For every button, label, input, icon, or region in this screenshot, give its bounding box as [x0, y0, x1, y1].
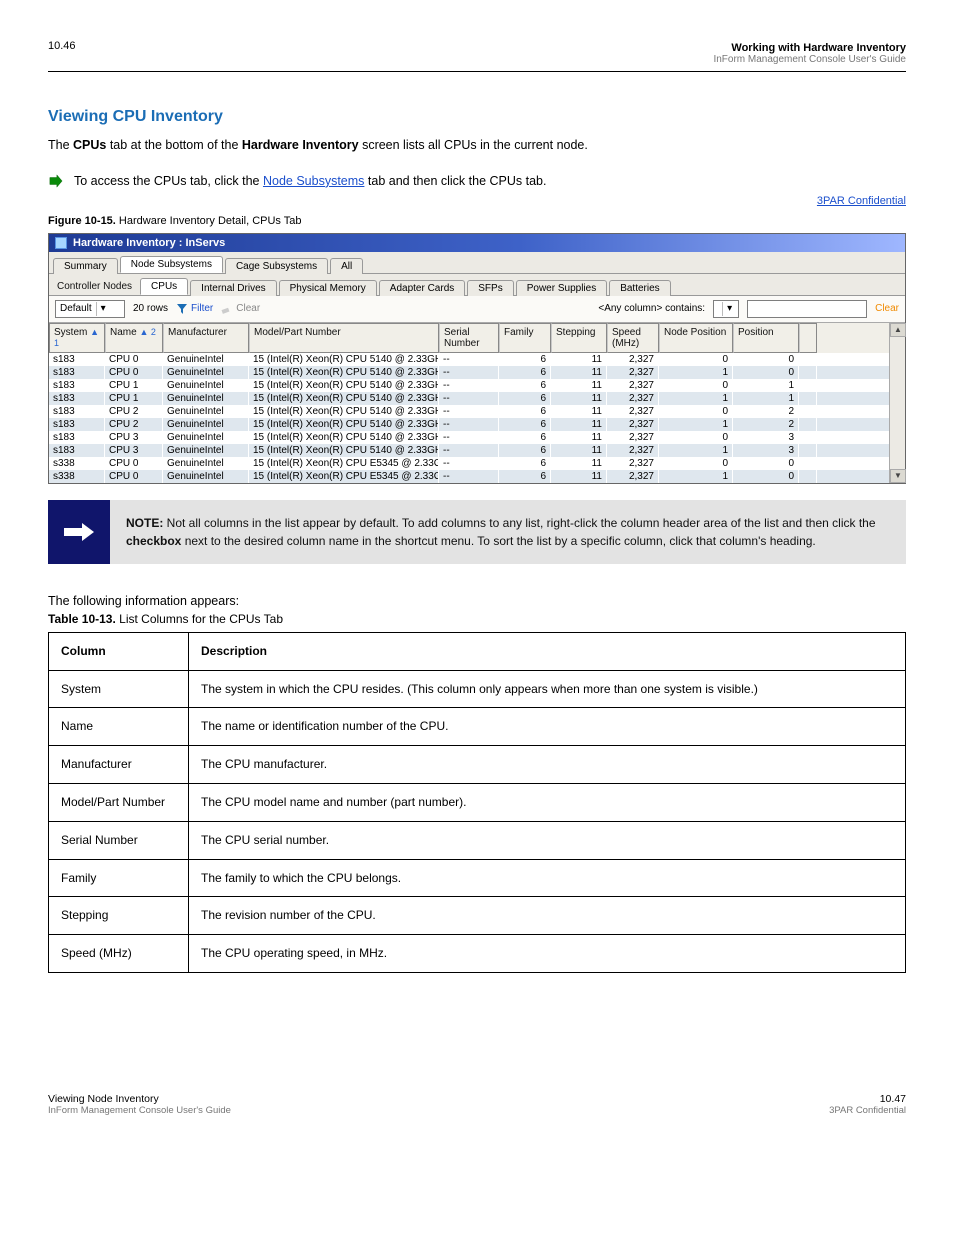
header-rule [48, 71, 906, 72]
row-count: 20 rows [133, 303, 168, 314]
table-row: SteppingThe revision number of the CPU. [49, 897, 906, 935]
table-caption: List Columns for the CPUs Tab [116, 612, 283, 626]
column-header[interactable]: Position [733, 323, 799, 353]
column-header[interactable]: System ▲ 1 [49, 323, 105, 353]
table-row: ManufacturerThe CPU manufacturer. [49, 746, 906, 784]
chevron-down-icon: ▾ [722, 302, 736, 316]
search-column-dropdown[interactable]: ▾ [713, 300, 739, 318]
table-row: Speed (MHz)The CPU operating speed, in M… [49, 935, 906, 973]
column-header[interactable]: Family [499, 323, 551, 353]
table-row[interactable]: s183CPU 1GenuineIntel15 (Intel(R) Xeon(R… [49, 392, 905, 405]
section-title: Viewing CPU Inventory [48, 108, 906, 126]
outer-tabs: SummaryNode SubsystemsCage SubsystemsAll [49, 252, 905, 274]
table-row[interactable]: s183CPU 0GenuineIntel15 (Intel(R) Xeon(R… [49, 353, 905, 366]
column-header[interactable]: Model/Part Number [249, 323, 439, 353]
figure-label: Figure 10-15. [48, 215, 116, 227]
filter-bar: Default ▾ 20 rows Filter Clear <An [49, 296, 905, 323]
column-header[interactable]: Speed (MHz) [607, 323, 659, 353]
scroll-up-button[interactable]: ▲ [890, 323, 906, 337]
table-row[interactable]: s183CPU 2GenuineIntel15 (Intel(R) Xeon(R… [49, 405, 905, 418]
subtab-batteries[interactable]: Batteries [609, 280, 670, 296]
table-row: FamilyThe family to which the CPU belong… [49, 859, 906, 897]
footer-page: 10.47 [829, 1093, 906, 1105]
chevron-down-icon: ▾ [96, 302, 110, 316]
table-row[interactable]: s183CPU 2GenuineIntel15 (Intel(R) Xeon(R… [49, 418, 905, 431]
table-row[interactable]: s183CPU 0GenuineIntel15 (Intel(R) Xeon(R… [49, 366, 905, 379]
step-text-tail: tab and then click the CPUs tab. [368, 174, 547, 188]
intro-paragraph: The CPUs tab at the bottom of the Hardwa… [48, 136, 906, 155]
table-row: Serial NumberThe CPU serial number. [49, 821, 906, 859]
footer-guide: InForm Management Console User's Guide [48, 1105, 231, 1116]
tab-all[interactable]: All [330, 258, 363, 274]
filter-button[interactable]: Filter [176, 303, 213, 315]
column-header[interactable]: Name ▲ 2 [105, 323, 163, 353]
search-label: <Any column> contains: [598, 303, 705, 314]
window-icon [55, 237, 67, 249]
table-row: Model/Part NumberThe CPU model name and … [49, 783, 906, 821]
table-row[interactable]: s338CPU 0GenuineIntel15 (Intel(R) Xeon(R… [49, 457, 905, 470]
inner-tabs: Controller Nodes CPUsInternal DrivesPhys… [49, 274, 905, 296]
table-row: SystemThe system in which the CPU reside… [49, 670, 906, 708]
chapter-title: Working with Hardware Inventory [713, 42, 906, 54]
subtab-physical-memory[interactable]: Physical Memory [279, 280, 377, 296]
column-header[interactable]: Node Position [659, 323, 733, 353]
column-header[interactable]: Manufacturer [163, 323, 249, 353]
clear-search-link[interactable]: Clear [875, 303, 899, 314]
footer-confidential: 3PAR Confidential [829, 1105, 906, 1116]
subtab-cpus[interactable]: CPUs [140, 278, 188, 295]
table-row[interactable]: s338CPU 0GenuineIntel15 (Intel(R) Xeon(R… [49, 470, 905, 483]
column-header[interactable] [799, 323, 817, 353]
window-title: Hardware Inventory : InServs [73, 237, 225, 249]
table-header[interactable]: System ▲ 1Name ▲ 2ManufacturerModel/Part… [49, 323, 905, 353]
scroll-down-button[interactable]: ▼ [890, 469, 906, 483]
subtab-internal-drives[interactable]: Internal Drives [190, 280, 276, 296]
search-input[interactable] [747, 300, 867, 318]
controller-nodes-label: Controller Nodes [53, 278, 140, 295]
confidential-link[interactable]: 3PAR Confidential [817, 195, 906, 207]
step-arrow-icon [48, 173, 64, 189]
figure-caption: Hardware Inventory Detail, CPUs Tab [116, 215, 302, 227]
eraser-icon [221, 303, 233, 315]
table-row[interactable]: s183CPU 3GenuineIntel15 (Intel(R) Xeon(R… [49, 444, 905, 457]
view-dropdown[interactable]: Default ▾ [55, 300, 125, 318]
clear-disabled-button: Clear [221, 303, 260, 315]
def-col-header: Column [49, 632, 189, 670]
tab-node-subsystems[interactable]: Node Subsystems [120, 256, 223, 273]
tab-cage-subsystems[interactable]: Cage Subsystems [225, 258, 328, 274]
table-label: Table 10-13. [48, 612, 116, 626]
subtab-adapter-cards[interactable]: Adapter Cards [379, 280, 465, 296]
hardware-inventory-panel: Hardware Inventory : InServs SummaryNode… [48, 233, 906, 484]
scrollbar[interactable]: ▲ ▼ [889, 323, 905, 483]
table-row[interactable]: s183CPU 3GenuineIntel15 (Intel(R) Xeon(R… [49, 431, 905, 444]
footer-section: Viewing Node Inventory [48, 1093, 231, 1105]
def-col-header: Description [189, 632, 906, 670]
def-intro: The following information appears: [48, 594, 906, 608]
guide-title: InForm Management Console User's Guide [713, 54, 906, 65]
page-number-top: 10.46 [48, 40, 76, 52]
node-subsystems-link[interactable]: Node Subsystems [263, 174, 364, 188]
funnel-icon [176, 303, 188, 315]
table-body: s183CPU 0GenuineIntel15 (Intel(R) Xeon(R… [49, 353, 905, 483]
definitions-table: Column Description SystemThe system in w… [48, 632, 906, 973]
note-arrow-icon [48, 500, 110, 564]
note-text: NOTE: Not all columns in the list appear… [110, 500, 906, 564]
table-row[interactable]: s183CPU 1GenuineIntel15 (Intel(R) Xeon(R… [49, 379, 905, 392]
column-header[interactable]: Stepping [551, 323, 607, 353]
column-header[interactable]: Serial Number [439, 323, 499, 353]
step-text-lead: To access the CPUs tab, click the [74, 174, 263, 188]
table-row: NameThe name or identification number of… [49, 708, 906, 746]
tab-summary[interactable]: Summary [53, 258, 118, 274]
subtab-power-supplies[interactable]: Power Supplies [516, 280, 607, 296]
window-titlebar: Hardware Inventory : InServs [49, 234, 905, 252]
subtab-sfps[interactable]: SFPs [467, 280, 513, 296]
